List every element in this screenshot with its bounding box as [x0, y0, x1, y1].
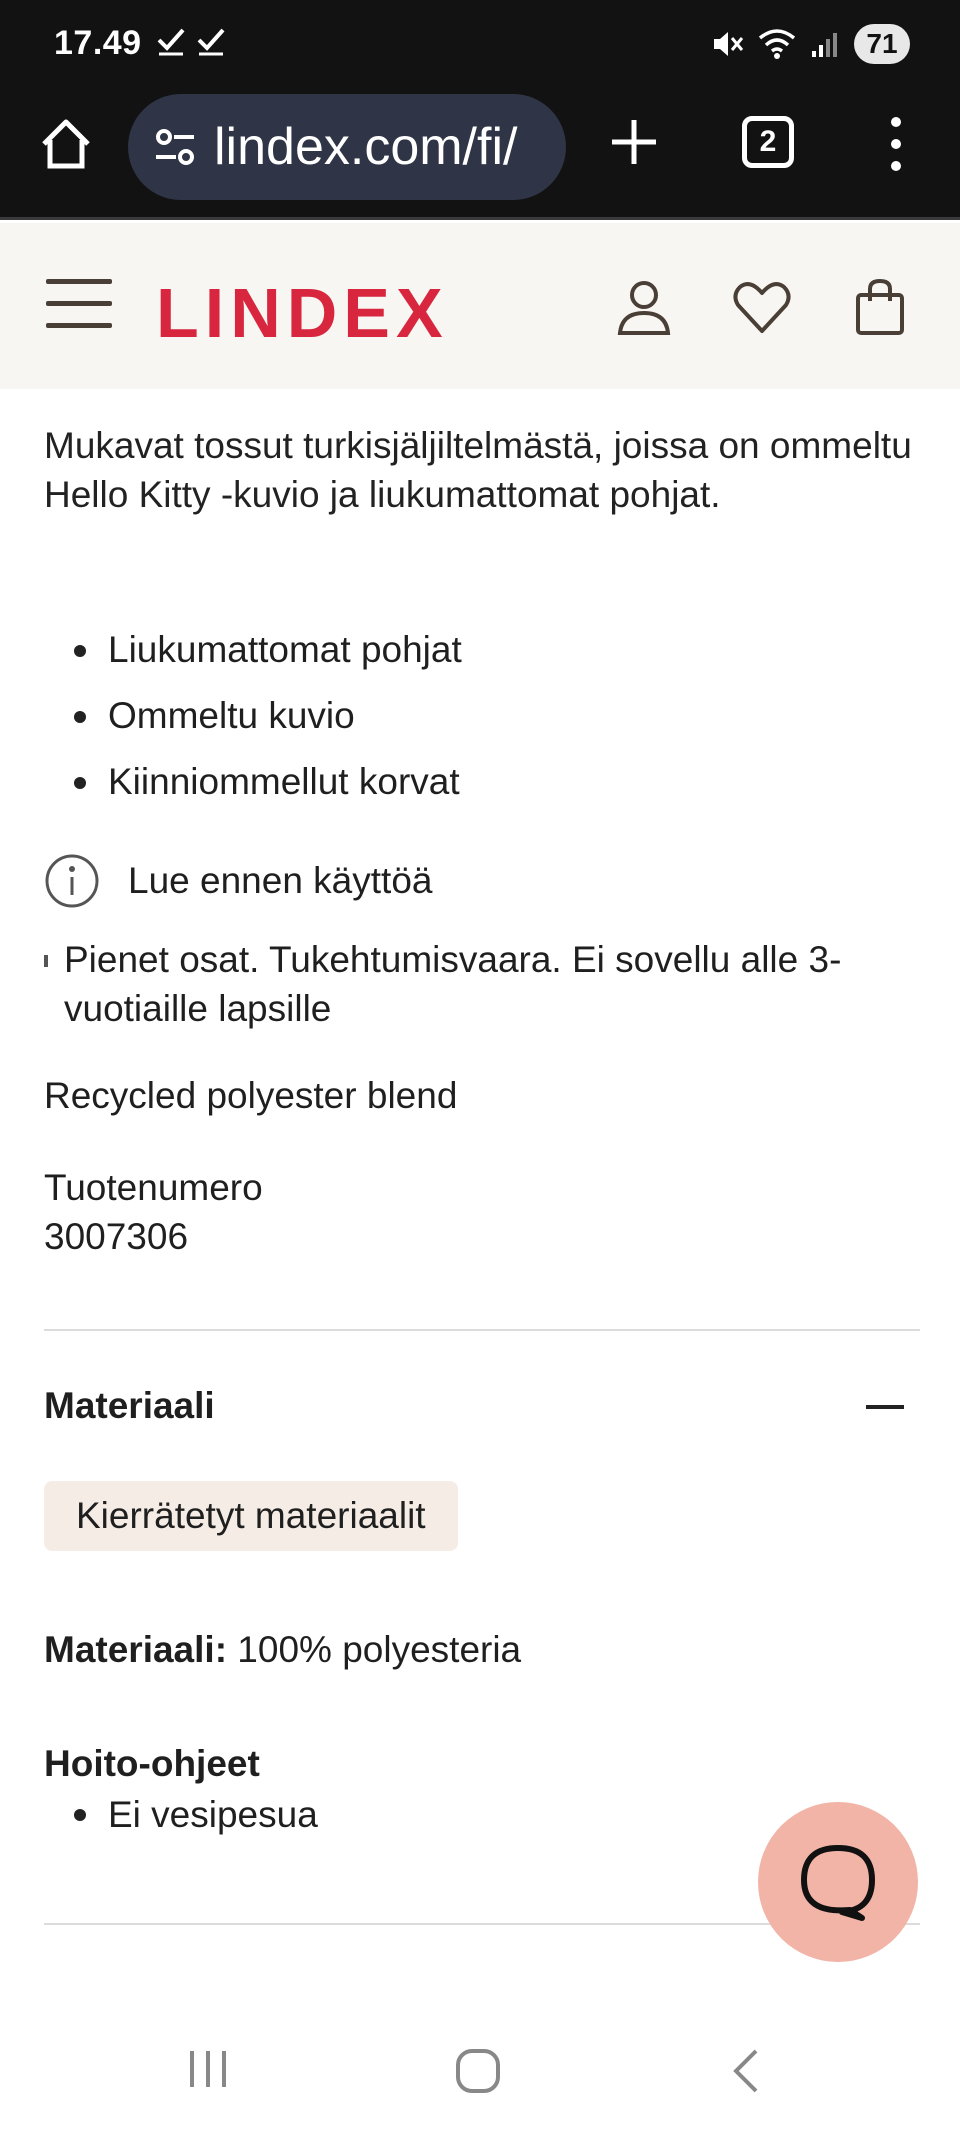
list-item: Liukumattomat pohjat [44, 617, 462, 683]
info-label: Lue ennen käyttöä [128, 860, 433, 901]
hamburger-menu-icon[interactable] [46, 279, 112, 333]
product-description: Mukavat tossut turkisjäljiltelmästä, joi… [44, 425, 912, 515]
battery-indicator: 71 [854, 24, 910, 64]
care-instructions-title: Hoito-ohjeet [44, 1743, 260, 1784]
notification-icons [156, 26, 226, 56]
material-section-title[interactable]: Materiaali [44, 1385, 215, 1427]
product-number-label: Tuotenumero [44, 1167, 263, 1208]
warning-marker [44, 955, 48, 967]
warning-text: Pienet osat. Tukehtumisvaara. Ei sovellu… [64, 939, 842, 1029]
info-icon [45, 854, 99, 908]
system-nav-bar [0, 2003, 960, 2133]
check-icon [197, 28, 225, 56]
material-line: Materiaali: 100% polyesteria [44, 1629, 521, 1671]
read-before-use-row: Lue ennen käyttöä [44, 853, 432, 909]
back-nav-icon[interactable] [730, 2047, 762, 2095]
list-item: Ei vesipesua [44, 1787, 318, 1843]
home-nav-icon[interactable] [454, 2047, 502, 2095]
list-item: Kiinniommellut korvat [44, 749, 462, 815]
material-value: 100% polyesteria [227, 1629, 522, 1670]
wishlist-heart-icon[interactable] [730, 275, 794, 339]
product-number: 3007306 [44, 1216, 189, 1257]
address-bar[interactable]: lindex.com/fi/ [128, 94, 566, 200]
collapse-icon[interactable] [866, 1405, 904, 1409]
status-right: 71 [710, 24, 910, 64]
recent-apps-icon[interactable] [186, 2047, 230, 2091]
browser-toolbar: lindex.com/fi/ 2 [0, 90, 960, 220]
material-label: Materiaali: [44, 1629, 228, 1670]
status-bar: 17.49 71 [0, 0, 960, 90]
care-list: Ei vesipesua [44, 1787, 318, 1843]
site-header: LINDEX [0, 223, 960, 389]
menu-dots-icon[interactable] [876, 112, 916, 176]
recycled-materials-tag: Kierrätetyt materiaalit [44, 1481, 458, 1551]
divider [44, 1329, 920, 1331]
home-icon[interactable] [36, 114, 96, 174]
site-settings-icon[interactable] [152, 124, 198, 170]
signal-icon [812, 33, 837, 57]
safety-warning: Pienet osat. Tukehtumisvaara. Ei sovellu… [44, 935, 924, 1033]
list-item: Ommeltu kuvio [44, 683, 462, 749]
chat-button[interactable] [758, 1802, 918, 1962]
feature-list: Liukumattomat pohjat Ommeltu kuvio Kiinn… [44, 617, 462, 815]
check-icon [157, 28, 185, 56]
wifi-icon [758, 29, 796, 59]
account-icon[interactable] [612, 275, 676, 339]
new-tab-icon[interactable] [606, 114, 662, 170]
status-time: 17.49 [54, 24, 142, 62]
tab-switcher-button[interactable]: 2 [742, 116, 794, 168]
shopping-bag-icon[interactable] [848, 275, 912, 339]
mute-icon [714, 32, 744, 56]
lindex-logo[interactable]: LINDEX [156, 273, 449, 353]
chat-bubble-icon [801, 1845, 875, 1921]
material-blend: Recycled polyester blend [44, 1075, 458, 1116]
url-text[interactable]: lindex.com/fi/ [214, 117, 554, 177]
